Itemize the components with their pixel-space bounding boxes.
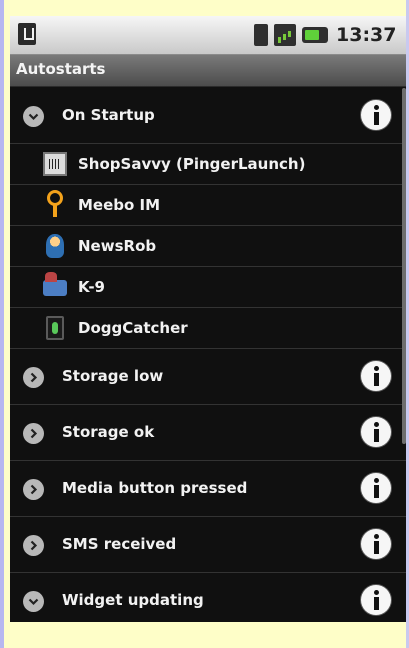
app-title-bar: Autostarts [10, 55, 406, 87]
status-bar: 13:37 [10, 16, 406, 55]
meebo-icon [47, 190, 63, 217]
scrollbar[interactable] [402, 88, 406, 444]
list-item-meebo[interactable]: Meebo IM [10, 185, 406, 226]
phone-screen: 13:37 Autostarts On Startup ShopSavvy (P… [10, 16, 406, 622]
app-label: K-9 [78, 278, 105, 296]
group-label: SMS received [62, 535, 177, 553]
chevron-down-icon [23, 106, 44, 127]
group-label: Widget updating [62, 591, 204, 609]
newsrob-icon [46, 234, 64, 258]
group-storage-low[interactable]: Storage low [10, 349, 406, 405]
group-on-startup[interactable]: On Startup [10, 88, 406, 144]
app-label: NewsRob [78, 237, 157, 255]
usb-icon [18, 23, 36, 45]
group-sms-received[interactable]: SMS received [10, 517, 406, 573]
group-label: Storage low [62, 367, 164, 385]
chevron-down-icon [23, 591, 44, 612]
autostart-list: On Startup ShopSavvy (PingerLaunch) Meeb… [10, 88, 406, 622]
chevron-right-icon [23, 535, 44, 556]
info-icon[interactable] [361, 417, 391, 447]
signal-icon [274, 24, 296, 46]
chevron-right-icon [23, 423, 44, 444]
app-label: ShopSavvy (PingerLaunch) [78, 155, 306, 173]
info-icon[interactable] [361, 100, 391, 130]
battery-icon [302, 27, 328, 43]
list-item-doggcatcher[interactable]: DoggCatcher [10, 308, 406, 349]
list-item-k9[interactable]: K-9 [10, 267, 406, 308]
left-border [0, 0, 4, 648]
info-icon[interactable] [361, 361, 391, 391]
group-storage-ok[interactable]: Storage ok [10, 405, 406, 461]
app-label: DoggCatcher [78, 319, 188, 337]
list-item-newsrob[interactable]: NewsRob [10, 226, 406, 267]
app-title: Autostarts [16, 60, 106, 78]
group-widget-updating[interactable]: Widget updating [10, 573, 406, 622]
doggcatcher-icon [46, 316, 64, 340]
info-icon[interactable] [361, 585, 391, 615]
app-label: Meebo IM [78, 196, 161, 214]
clock: 13:37 [336, 24, 397, 46]
group-media-button-pressed[interactable]: Media button pressed [10, 461, 406, 517]
group-label: On Startup [62, 106, 155, 124]
chevron-right-icon [23, 479, 44, 500]
info-icon[interactable] [361, 529, 391, 559]
shopsavvy-icon [43, 152, 67, 176]
k9-icon [43, 272, 67, 296]
sim-icon [254, 24, 268, 46]
info-icon[interactable] [361, 473, 391, 503]
group-label: Media button pressed [62, 479, 248, 497]
group-label: Storage ok [62, 423, 155, 441]
list-item-shopsavvy[interactable]: ShopSavvy (PingerLaunch) [10, 144, 406, 185]
chevron-right-icon [23, 367, 44, 388]
